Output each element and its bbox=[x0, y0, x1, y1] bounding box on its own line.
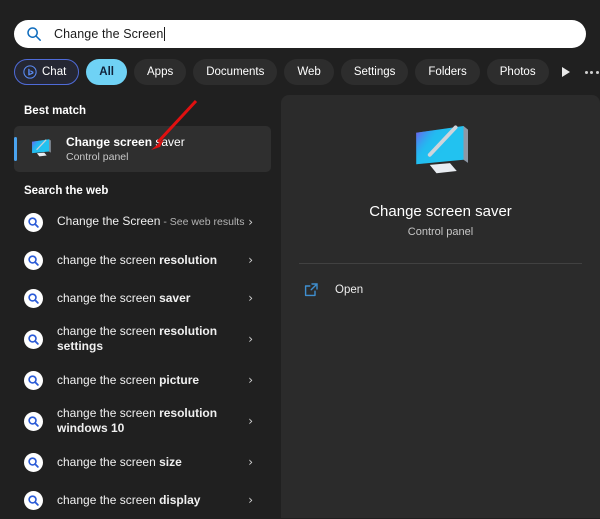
web-item-prefix: change the screen bbox=[57, 252, 160, 267]
chip-all-label: All bbox=[99, 66, 114, 78]
chip-settings[interactable]: Settings bbox=[340, 59, 409, 85]
bing-icon bbox=[23, 65, 37, 79]
divider bbox=[299, 263, 582, 264]
chip-chat-label: Chat bbox=[42, 66, 67, 78]
list-item-label: change the screen resolution settings bbox=[57, 324, 247, 354]
web-item-bold: display bbox=[159, 492, 201, 507]
ellipsis-dot bbox=[595, 70, 599, 74]
chip-web-label: Web bbox=[297, 66, 321, 78]
web-search-icon bbox=[24, 452, 43, 472]
chip-folders[interactable]: Folders bbox=[415, 59, 480, 85]
chip-apps-label: Apps bbox=[147, 66, 174, 78]
list-item[interactable]: change the screen resolution › bbox=[14, 241, 271, 279]
chip-folders-label: Folders bbox=[428, 66, 467, 78]
web-item-prefix: change the screen bbox=[57, 454, 160, 469]
list-item-label: Change the Screen - See web results bbox=[57, 214, 244, 230]
best-match-heading: Best match bbox=[24, 105, 86, 117]
list-item[interactable]: change the screen picture › bbox=[14, 361, 271, 399]
chip-documents[interactable]: Documents bbox=[193, 59, 278, 85]
list-item[interactable]: change the screen display › bbox=[14, 481, 271, 519]
list-item[interactable]: change the screen size › bbox=[14, 443, 271, 481]
web-item-bold: picture bbox=[159, 372, 200, 387]
more-options-button[interactable] bbox=[584, 59, 599, 85]
chevron-right-icon: › bbox=[248, 332, 253, 346]
ellipsis-dot bbox=[590, 70, 594, 74]
list-item-label: change the screen picture bbox=[57, 373, 199, 388]
preview-panel: Change screen saver Control panel Open bbox=[281, 95, 600, 518]
web-search-icon bbox=[24, 411, 43, 431]
web-search-icon bbox=[24, 288, 43, 308]
chip-all[interactable]: All bbox=[86, 59, 127, 85]
best-match-title: Change screen saver bbox=[66, 135, 185, 149]
best-match-title-normal: saver bbox=[152, 135, 185, 149]
chip-overflow-next-button[interactable] bbox=[561, 59, 570, 85]
list-item-label: change the screen resolution windows 10 bbox=[57, 406, 247, 436]
best-match-subtitle: Control panel bbox=[66, 151, 129, 163]
chip-apps[interactable]: Apps bbox=[134, 59, 187, 85]
web-item-prefix: change the screen bbox=[57, 406, 160, 420]
chevron-right-icon: › bbox=[248, 493, 253, 507]
web-item-prefix: change the screen bbox=[57, 372, 160, 387]
text-cursor bbox=[164, 27, 166, 41]
web-item-prefix: change the screen bbox=[57, 290, 160, 305]
list-item[interactable]: change the screen saver › bbox=[14, 279, 271, 317]
chip-documents-label: Documents bbox=[206, 66, 265, 78]
web-item-bold: resolution bbox=[159, 252, 218, 267]
monitor-screensaver-icon bbox=[415, 125, 468, 174]
monitor-screensaver-icon bbox=[32, 139, 51, 157]
chevron-right-icon: › bbox=[248, 253, 253, 267]
chevron-right-icon: › bbox=[248, 414, 253, 428]
web-search-icon bbox=[24, 250, 43, 270]
filter-chip-bar: Chat All Apps Documents Web Settings Fol… bbox=[14, 59, 599, 85]
open-action-label: Open bbox=[335, 284, 364, 296]
chip-photos-label: Photos bbox=[499, 66, 536, 78]
web-item-suffix: - See web results bbox=[160, 216, 245, 228]
search-the-web-heading: Search the web bbox=[24, 185, 109, 197]
selection-indicator bbox=[14, 137, 17, 161]
list-item-label: change the screen saver bbox=[57, 291, 190, 306]
web-item-bold: saver bbox=[159, 290, 191, 305]
list-item[interactable]: Change the Screen - See web results › bbox=[14, 203, 271, 241]
search-bar[interactable]: Change the Screen bbox=[14, 20, 586, 48]
web-item-prefix: Change the Screen bbox=[57, 214, 161, 228]
list-item[interactable]: change the screen resolution settings › bbox=[14, 317, 271, 361]
search-input[interactable]: Change the Screen bbox=[54, 27, 166, 41]
web-item-prefix: change the screen bbox=[57, 492, 160, 507]
ellipsis-dot bbox=[584, 70, 588, 74]
play-triangle-icon bbox=[561, 67, 570, 77]
chevron-right-icon: › bbox=[248, 215, 253, 229]
best-match-texts: Change screen saver Control panel bbox=[66, 135, 185, 163]
preview-subtitle: Control panel bbox=[407, 226, 474, 238]
list-item-label: change the screen resolution bbox=[57, 253, 217, 268]
list-item[interactable]: change the screen resolution windows 10 … bbox=[14, 399, 271, 443]
chip-web[interactable]: Web bbox=[284, 59, 334, 85]
open-action-row[interactable]: Open bbox=[281, 273, 600, 307]
chevron-right-icon: › bbox=[248, 455, 253, 469]
web-search-icon bbox=[24, 490, 43, 510]
preview-title: Change screen saver bbox=[369, 203, 512, 220]
results-column: Best match Change screen saver Control p… bbox=[0, 95, 281, 518]
list-item-label: change the screen display bbox=[57, 493, 200, 508]
web-item-bold: size bbox=[159, 454, 182, 469]
chevron-right-icon: › bbox=[248, 373, 253, 387]
chip-settings-label: Settings bbox=[353, 66, 396, 78]
best-match-row[interactable]: Change screen saver Control panel bbox=[14, 126, 271, 172]
chip-chat[interactable]: Chat bbox=[14, 59, 80, 85]
best-match-title-bold: Change screen bbox=[66, 135, 153, 149]
web-results-list: Change the Screen - See web results › ch… bbox=[0, 203, 281, 519]
chip-photos[interactable]: Photos bbox=[486, 59, 549, 85]
list-item-label: change the screen size bbox=[57, 455, 182, 470]
search-icon bbox=[27, 27, 41, 41]
external-link-icon bbox=[304, 283, 318, 297]
chevron-right-icon: › bbox=[248, 291, 253, 305]
web-search-icon bbox=[24, 212, 43, 232]
web-search-icon bbox=[24, 370, 43, 390]
search-query-text: Change the Screen bbox=[54, 27, 164, 41]
web-search-icon bbox=[24, 329, 43, 349]
web-item-prefix: change the screen bbox=[57, 324, 160, 338]
